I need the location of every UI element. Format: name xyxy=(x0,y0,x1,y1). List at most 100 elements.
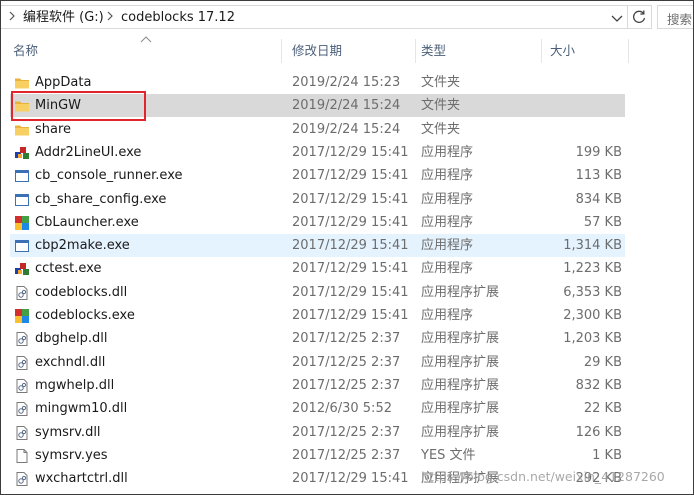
file-size: 6,353 KB xyxy=(563,284,622,300)
file-name: codeblocks.exe xyxy=(35,308,135,323)
file-size: 1,223 KB xyxy=(563,261,622,277)
file-name: symsrv.yes xyxy=(35,447,108,463)
file-type: 应用程序 xyxy=(421,308,474,323)
column-divider[interactable] xyxy=(541,39,542,63)
address-dropdown-icon[interactable] xyxy=(608,10,626,26)
file-row[interactable]: MinGW 2019/2/24 15:24 文件夹 xyxy=(10,94,625,118)
column-divider[interactable] xyxy=(628,39,629,63)
file-row[interactable]: cb_share_config.exe 2017/12/29 15:41 应用程序 8… xyxy=(10,188,625,211)
file-size: 29 KB xyxy=(583,354,622,370)
dll-icon xyxy=(14,378,30,394)
file-type: 应用程序 xyxy=(421,238,474,254)
file-row[interactable]: dbghelp.dll 2017/12/25 2:37 应用程序扩展 1,203 KB xyxy=(10,327,625,350)
file-type: 文件夹 xyxy=(421,121,461,137)
folder-icon xyxy=(14,75,30,91)
file-row[interactable]: mingwm10.dll 2012/6/30 5:52 应用程序扩展 22 KB xyxy=(10,397,625,420)
folder-icon xyxy=(14,122,30,138)
file-type: 应用程序扩展 xyxy=(421,377,500,393)
file-name: mgwhelp.dll xyxy=(35,377,115,393)
dll-icon xyxy=(14,471,30,487)
file-size: 2,300 KB xyxy=(563,308,622,323)
file-size: 113 KB xyxy=(575,168,622,184)
blank-file-icon xyxy=(14,448,30,464)
window-app-icon xyxy=(14,238,30,254)
file-size: 199 KB xyxy=(575,144,622,160)
file-size: 1,314 KB xyxy=(563,238,622,254)
file-type: 应用程序 xyxy=(421,144,474,160)
file-row[interactable]: cb_console_runner.exe 2017/12/29 15:41 应用程… xyxy=(10,164,625,187)
file-row[interactable]: Addr2LineUI.exe 2017/12/29 15:41 应用程序 199 K… xyxy=(10,141,625,164)
file-name: Addr2LineUI.exe xyxy=(35,144,142,160)
column-header-date[interactable]: 修改日期 xyxy=(292,37,342,65)
file-name: cb_share_config.exe xyxy=(35,191,167,207)
file-type: 应用程序扩展 xyxy=(421,354,500,370)
column-header-type[interactable]: 类型 xyxy=(421,37,446,65)
file-size: 832 KB xyxy=(575,377,622,393)
column-divider[interactable] xyxy=(415,39,416,63)
file-modified-date: 2017/12/25 2:37 xyxy=(292,447,401,463)
file-name: cbp2make.exe xyxy=(35,238,130,254)
file-type: 应用程序扩展 xyxy=(421,284,500,300)
file-size: 57 KB xyxy=(583,214,622,230)
file-size: 1,203 KB xyxy=(563,331,622,347)
window-app-icon xyxy=(14,192,30,208)
file-type: YES 文件 xyxy=(421,447,476,463)
file-name: exchndl.dll xyxy=(35,354,106,370)
dll-icon xyxy=(14,355,30,371)
file-row[interactable]: cbp2make.exe 2017/12/29 15:41 应用程序 1,314 KB xyxy=(10,234,625,258)
refresh-button[interactable] xyxy=(628,5,652,29)
file-modified-date: 2017/12/25 2:37 xyxy=(292,377,401,393)
file-row[interactable]: codeblocks.dll 2017/12/29 15:41 应用程序扩展 6,35… xyxy=(10,281,625,304)
file-row[interactable]: CbLauncher.exe 2017/12/29 15:41 应用程序 57 KB xyxy=(10,211,625,234)
file-type: 应用程序 xyxy=(421,261,474,277)
file-row[interactable]: share 2019/2/24 15:24 文件夹 xyxy=(10,118,625,141)
file-row[interactable]: cctest.exe 2017/12/29 15:41 应用程序 1,223 KB xyxy=(10,257,625,280)
file-name: share xyxy=(35,121,72,137)
address-bar: 编程软件 (G:) codeblocks 17.12 搜索 xyxy=(1,1,693,34)
file-name: CbLauncher.exe xyxy=(35,214,139,230)
dll-icon xyxy=(14,331,30,347)
dll-icon xyxy=(14,285,30,301)
file-name: dbghelp.dll xyxy=(35,331,108,347)
file-name: wxchartctrl.dll xyxy=(35,471,128,487)
breadcrumb-folder[interactable]: codeblocks 17.12 xyxy=(121,10,235,26)
file-row[interactable]: symsrv.dll 2017/12/25 2:37 应用程序扩展 126 KB xyxy=(10,421,625,444)
file-row[interactable]: codeblocks.exe 2017/12/29 15:41 应用程序 2,300 … xyxy=(10,304,625,327)
file-modified-date: 2017/12/25 2:37 xyxy=(292,354,401,370)
breadcrumb-drive[interactable]: 编程软件 (G:) xyxy=(23,10,104,26)
address-field[interactable]: 编程软件 (G:) codeblocks 17.12 xyxy=(1,5,628,29)
app-icon xyxy=(14,261,30,277)
file-name: mingwm10.dll xyxy=(35,401,128,417)
file-modified-date: 2017/12/25 2:37 xyxy=(292,424,401,440)
watermark-text: https://blog.csdn.net/weixin_41287260 xyxy=(421,469,665,484)
codeblocks-icon xyxy=(14,308,30,324)
breadcrumb-chevron-icon[interactable] xyxy=(105,10,115,24)
folder-icon xyxy=(14,98,30,114)
column-header-size[interactable]: 大小 xyxy=(550,37,575,65)
file-modified-date: 2017/12/29 15:41 xyxy=(292,284,409,300)
file-modified-date: 2019/2/24 15:24 xyxy=(292,98,401,114)
file-row[interactable]: exchndl.dll 2017/12/25 2:37 应用程序扩展 29 KB xyxy=(10,351,625,374)
file-row[interactable]: AppData 2019/2/24 15:23 文件夹 xyxy=(10,71,625,94)
file-type: 文件夹 xyxy=(421,75,461,90)
search-input[interactable]: 搜索 xyxy=(657,5,693,29)
file-modified-date: 2017/12/29 15:41 xyxy=(292,144,409,160)
search-placeholder: 搜索 xyxy=(667,12,693,27)
column-divider[interactable] xyxy=(281,39,282,63)
file-type: 应用程序 xyxy=(421,214,474,230)
file-type: 应用程序扩展 xyxy=(421,331,500,347)
file-row[interactable]: symsrv.yes 2017/12/25 2:37 YES 文件 1 KB xyxy=(10,444,625,467)
file-type: 应用程序 xyxy=(421,168,474,184)
refresh-icon xyxy=(633,10,646,23)
codeblocks-icon xyxy=(14,215,30,231)
file-row[interactable]: mgwhelp.dll 2017/12/25 2:37 应用程序扩展 832 KB xyxy=(10,374,625,397)
file-modified-date: 2012/6/30 5:52 xyxy=(292,401,392,417)
column-header-name[interactable]: 名称 xyxy=(13,37,38,65)
breadcrumb-chevron-icon[interactable] xyxy=(7,10,17,24)
file-modified-date: 2017/12/29 15:41 xyxy=(292,214,409,230)
file-type: 应用程序 xyxy=(421,191,474,207)
file-modified-date: 2017/12/29 15:41 xyxy=(292,261,409,277)
file-modified-date: 2017/12/29 15:41 xyxy=(292,471,409,487)
file-modified-date: 2017/12/29 15:41 xyxy=(292,238,409,254)
app-icon xyxy=(14,145,30,161)
